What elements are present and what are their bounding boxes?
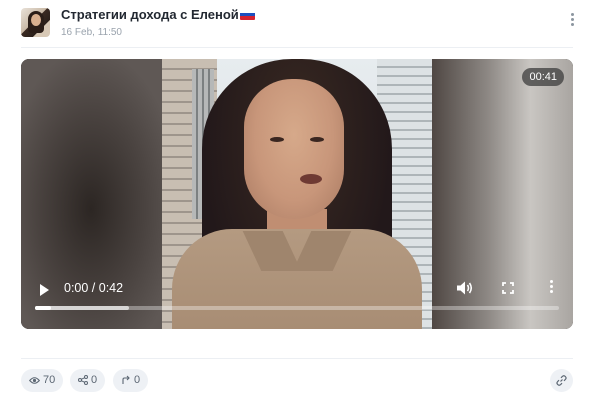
play-icon[interactable] [31,277,57,303]
divider [21,358,573,359]
avatar-face [31,14,41,26]
link-icon [556,375,567,386]
shares-count: 0 [91,374,98,386]
views-count: 70 [43,374,56,386]
person-mouth [300,174,322,184]
post-date: 16 Feb, 11:50 [61,27,122,38]
shares-counter[interactable]: 0 [70,369,106,392]
channel-avatar[interactable] [21,8,50,37]
forwards-counter[interactable]: 0 [113,369,149,392]
views-counter[interactable]: 70 [21,369,64,392]
video-progress-bar[interactable] [35,306,559,310]
video-controls: 0:00 / 0:42 [21,269,573,329]
person-face [244,79,344,219]
vertical-dots-icon[interactable] [568,13,576,31]
volume-icon[interactable] [456,280,474,296]
share-icon [78,375,88,385]
russia-flag-icon [239,9,255,20]
person-eye-right [310,137,324,142]
eye-icon [28,377,41,384]
duration-badge: 00:41 [522,68,564,86]
more-options-icon[interactable] [548,280,554,296]
post-header: Стратегии дохода с Еленой 16 Feb, 11:50 [0,0,595,48]
channel-name: Стратегии дохода с Еленой [61,7,239,22]
time-display: 0:00 / 0:42 [64,281,124,295]
fullscreen-icon[interactable] [502,282,514,294]
forward-icon [122,375,130,384]
forwards-count: 0 [134,374,141,386]
divider [21,47,573,48]
copy-link-button[interactable] [550,369,573,392]
progress-played [35,306,51,310]
video-player[interactable]: 00:41 0:00 / 0:42 [21,59,573,329]
channel-title[interactable]: Стратегии дохода с Еленой [61,7,255,22]
person-eye-left [270,137,284,142]
